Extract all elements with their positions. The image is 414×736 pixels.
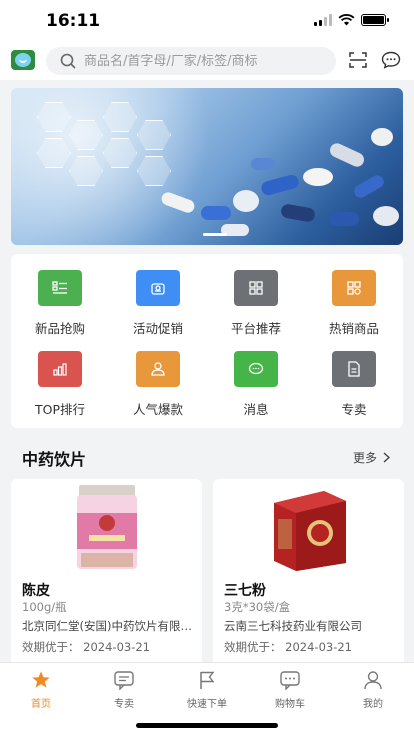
tab-label: 首页 <box>31 699 51 710</box>
product-manufacturer: 云南三七科技药业有限公司 <box>224 619 362 633</box>
quick-menu: 新品抢购 活动促销 平台推荐 热销商品 TOP排行 人气爆款 消息 专卖 <box>11 254 403 428</box>
promo-banner[interactable] <box>11 88 403 245</box>
flag-icon <box>200 671 215 689</box>
document-icon <box>332 351 376 387</box>
search-input[interactable] <box>84 53 324 69</box>
product-spec: 3克*30袋/盒 <box>224 600 291 614</box>
search-box[interactable] <box>46 47 336 75</box>
tab-quick-order[interactable]: 快速下单 <box>166 669 248 710</box>
product-manufacturer: 北京同仁堂(安国)中药饮片有限公司 <box>22 619 194 633</box>
menu-top-ranking[interactable]: TOP排行 <box>11 351 109 418</box>
menu-label: 消息 <box>243 402 269 417</box>
status-icons <box>314 14 389 26</box>
section-header: 中药饮片 更多 <box>0 438 414 474</box>
menu-exclusive[interactable]: 专卖 <box>305 351 403 418</box>
status-time: 16:11 <box>46 11 101 31</box>
gift-icon <box>136 270 180 306</box>
scan-icon[interactable] <box>349 52 367 68</box>
grid-icon <box>234 270 278 306</box>
signal-icon <box>314 14 332 26</box>
menu-label: 活动促销 <box>132 321 183 336</box>
app-logo <box>11 50 35 70</box>
chat-icon <box>234 351 278 387</box>
hot-grid-icon <box>332 270 376 306</box>
product-spec: 100g/瓶 <box>22 600 67 614</box>
product-card[interactable]: 陈皮 100g/瓶 北京同仁堂(安国)中药饮片有限公司 效期优于： 2024-0… <box>11 479 202 669</box>
menu-label: 平台推荐 <box>230 321 281 336</box>
product-name: 三七粉 <box>224 583 266 599</box>
wifi-icon <box>338 14 355 26</box>
product-image <box>11 479 202 577</box>
menu-label: 新品抢购 <box>34 321 85 336</box>
menu-promotions[interactable]: 活动促销 <box>109 270 207 337</box>
shop-chat-icon <box>114 671 134 690</box>
menu-label: TOP排行 <box>34 402 85 417</box>
product-expiry: 效期优于： 2024-03-21 <box>22 640 150 654</box>
banner-indicator <box>203 233 227 236</box>
bottom-tab-bar: 首页 专卖 快速下单 购物车 我的 <box>0 662 414 736</box>
product-image <box>213 479 404 577</box>
more-link[interactable]: 更多 <box>353 449 390 466</box>
tab-label: 我的 <box>363 699 383 710</box>
menu-label: 热销商品 <box>328 321 379 336</box>
tab-label: 专卖 <box>114 699 134 710</box>
menu-popular[interactable]: 人气爆款 <box>109 351 207 418</box>
user-icon <box>364 671 382 690</box>
product-name: 陈皮 <box>22 583 50 599</box>
menu-label: 人气爆款 <box>132 402 183 417</box>
battery-icon <box>361 14 389 26</box>
list-icon <box>38 270 82 306</box>
home-indicator <box>136 723 278 728</box>
menu-messages[interactable]: 消息 <box>207 351 305 418</box>
tab-exclusive[interactable]: 专卖 <box>83 669 165 710</box>
cart-chat-icon <box>280 671 300 690</box>
tab-profile[interactable]: 我的 <box>332 669 414 710</box>
menu-label: 专卖 <box>341 402 367 417</box>
message-icon[interactable] <box>381 51 401 69</box>
product-expiry: 效期优于： 2024-03-21 <box>224 640 352 654</box>
menu-hot-products[interactable]: 热销商品 <box>305 270 403 337</box>
tab-home[interactable]: 首页 <box>0 669 82 710</box>
search-header <box>0 40 414 80</box>
people-icon <box>136 351 180 387</box>
search-icon <box>60 53 76 69</box>
tab-label: 购物车 <box>275 699 305 710</box>
tab-cart[interactable]: 购物车 <box>249 669 331 710</box>
product-card[interactable]: 三七粉 3克*30袋/盒 云南三七科技药业有限公司 效期优于： 2024-03-… <box>213 479 404 669</box>
menu-new-products[interactable]: 新品抢购 <box>11 270 109 337</box>
menu-platform-recommend[interactable]: 平台推荐 <box>207 270 305 337</box>
tab-label: 快速下单 <box>187 699 227 710</box>
more-label: 更多 <box>352 451 377 465</box>
section-title: 中药饮片 <box>22 450 87 469</box>
home-star-icon <box>32 671 50 688</box>
bar-chart-icon <box>38 351 82 387</box>
chevron-right-icon <box>383 452 390 463</box>
status-bar: 16:11 <box>0 0 414 40</box>
